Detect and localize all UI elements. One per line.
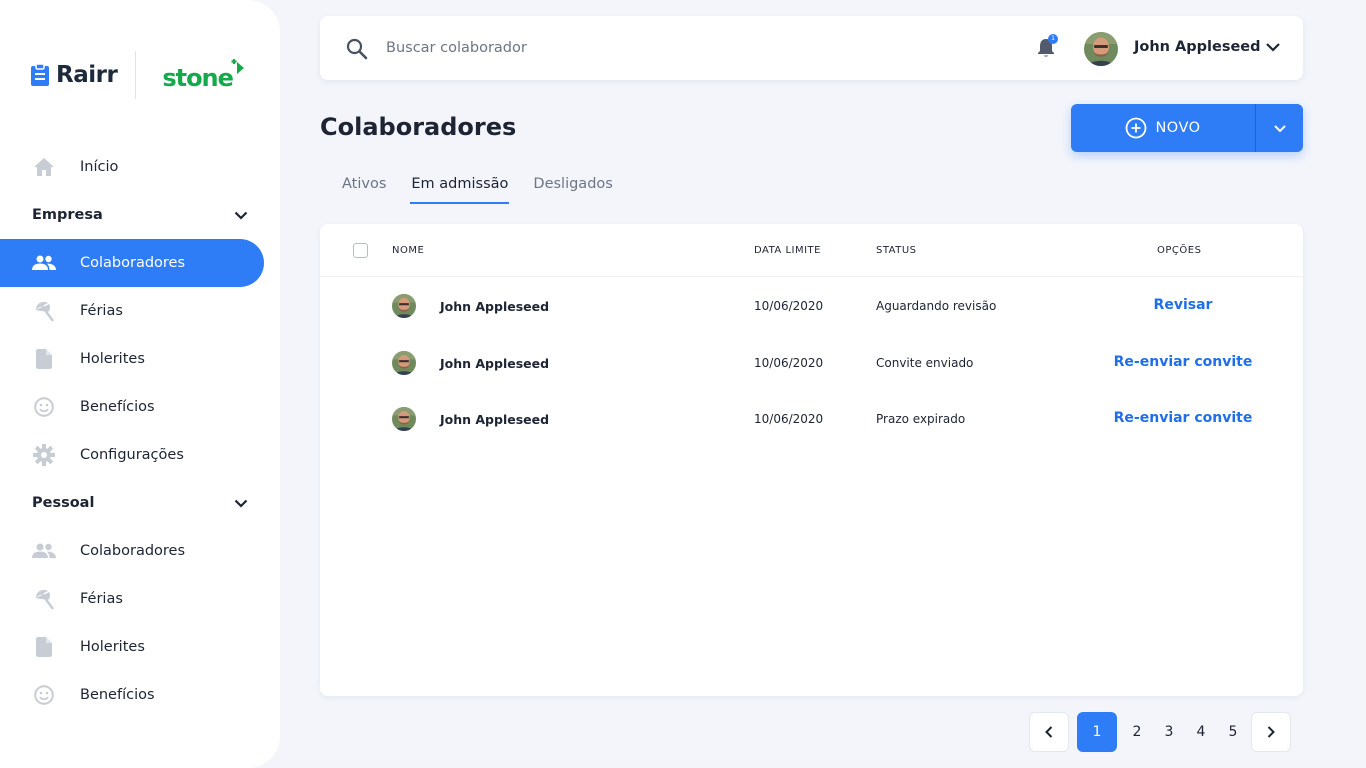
sidebar-item-label: Benefícios (80, 399, 155, 415)
chevron-down-icon[interactable] (1264, 38, 1282, 56)
avatar[interactable] (1084, 32, 1118, 66)
employee-name: John Appleseed (440, 356, 550, 371)
sidebar-item-pessoal-holerites[interactable]: Holerites (0, 623, 264, 671)
sidebar-item-label: Benefícios (80, 687, 155, 703)
select-all-checkbox[interactable] (353, 243, 368, 258)
chevron-right-icon (1267, 726, 1275, 738)
avatar (392, 294, 416, 318)
page-3-button[interactable]: 3 (1153, 712, 1185, 752)
sidebar-item-label: Férias (80, 303, 123, 319)
avatar (392, 351, 416, 375)
brand-logos: Rairr stone (30, 50, 245, 100)
people-icon (32, 251, 56, 275)
column-header-status[interactable]: STATUS (876, 245, 917, 256)
smiley-icon (32, 683, 56, 707)
chevron-down-icon (1273, 124, 1286, 132)
employee-name: John Appleseed (440, 412, 550, 427)
logo-divider (135, 51, 137, 99)
sidebar-item-label: Holerites (80, 639, 145, 655)
sidebar-item-label: Férias (80, 591, 123, 607)
admissions-table: NOME DATA LIMITE STATUS OPÇÕES John Appl… (320, 224, 1303, 696)
gear-icon (32, 443, 56, 467)
notification-badge: 1 (1048, 34, 1058, 44)
tab-desligados[interactable]: Desligados (533, 176, 612, 204)
deadline-date: 10/06/2020 (754, 299, 824, 313)
sidebar-item-inicio[interactable]: Início (0, 143, 264, 191)
next-page-button[interactable] (1251, 712, 1291, 752)
sidebar-item-pessoal-beneficios[interactable]: Benefícios (0, 671, 264, 719)
employee-name: John Appleseed (440, 299, 550, 314)
sidebar-item-label: Configurações (80, 447, 184, 463)
chevron-down-icon (234, 499, 248, 508)
status-text: Aguardando revisão (876, 299, 997, 313)
search-input[interactable] (386, 36, 986, 60)
new-dropdown-button[interactable] (1256, 104, 1303, 152)
sidebar-item-configuracoes[interactable]: Configurações (0, 431, 264, 479)
top-bar: 1 John Appleseed (320, 16, 1303, 80)
document-icon (32, 347, 56, 371)
new-button-label: NOVO (1155, 120, 1201, 136)
user-name[interactable]: John Appleseed (1134, 39, 1261, 55)
sidebar-item-label: Colaboradores (80, 255, 186, 271)
page-2-button[interactable]: 2 (1121, 712, 1153, 752)
home-icon (32, 155, 56, 179)
deadline-date: 10/06/2020 (754, 356, 824, 370)
pagination: 1 2 3 4 5 (1029, 712, 1291, 752)
sidebar-item-ferias[interactable]: Férias (0, 287, 264, 335)
document-icon (32, 635, 56, 659)
sidebar-nav: Início Empresa Colaboradores Férias Hole… (0, 143, 264, 719)
sidebar: Rairr stone Início Empresa Colaboradores… (0, 0, 280, 768)
chevron-left-icon (1045, 726, 1053, 738)
sidebar-item-holerites[interactable]: Holerites (0, 335, 264, 383)
avatar (392, 407, 416, 431)
sidebar-item-colaboradores[interactable]: Colaboradores (0, 239, 264, 287)
sidebar-section-empresa[interactable]: Empresa (0, 191, 264, 239)
sidebar-item-label: Holerites (80, 351, 145, 367)
table-row[interactable]: John Appleseed 10/06/2020 Aguardando rev… (320, 278, 1303, 334)
tab-ativos[interactable]: Ativos (342, 176, 386, 204)
status-tabs: Ativos Em admissão Desligados (342, 176, 613, 204)
rairr-logo[interactable]: Rairr (30, 62, 118, 88)
chevron-down-icon (234, 211, 248, 220)
sidebar-item-beneficios[interactable]: Benefícios (0, 383, 264, 431)
new-button[interactable]: NOVO (1071, 104, 1255, 152)
stone-logo: stone (162, 58, 245, 92)
sidebar-item-label: Início (80, 159, 119, 175)
clipboard-icon (31, 63, 49, 86)
stone-arrow-icon (231, 59, 244, 74)
sidebar-section-pessoal[interactable]: Pessoal (0, 479, 264, 527)
people-icon (32, 539, 56, 563)
page-5-button[interactable]: 5 (1217, 712, 1249, 752)
page-4-button[interactable]: 4 (1185, 712, 1217, 752)
sidebar-item-label: Colaboradores (80, 543, 186, 559)
beach-umbrella-icon (32, 587, 56, 611)
review-link[interactable]: Revisar (1083, 297, 1283, 313)
resend-invite-link[interactable]: Re-enviar convite (1083, 354, 1283, 370)
sidebar-item-pessoal-ferias[interactable]: Férias (0, 575, 264, 623)
status-text: Prazo expirado (876, 412, 966, 426)
table-header: NOME DATA LIMITE STATUS OPÇÕES (320, 224, 1303, 277)
column-header-deadline[interactable]: DATA LIMITE (754, 245, 821, 256)
status-text: Convite enviado (876, 356, 974, 370)
page-title: Colaboradores (320, 113, 517, 141)
section-title: Pessoal (32, 495, 95, 511)
stone-wordmark: stone (162, 64, 234, 92)
section-title: Empresa (32, 207, 103, 223)
table-row[interactable]: John Appleseed 10/06/2020 Convite enviad… (320, 335, 1303, 391)
page-1-button[interactable]: 1 (1077, 712, 1117, 752)
search-icon[interactable] (346, 38, 368, 60)
plus-circle-icon (1126, 117, 1147, 139)
column-header-options: OPÇÕES (1157, 245, 1202, 256)
previous-page-button[interactable] (1029, 712, 1069, 752)
new-button-group: NOVO (1071, 104, 1303, 152)
smiley-icon (32, 395, 56, 419)
deadline-date: 10/06/2020 (754, 412, 824, 426)
column-header-name[interactable]: NOME (392, 245, 424, 256)
resend-invite-link[interactable]: Re-enviar convite (1083, 410, 1283, 426)
table-row[interactable]: John Appleseed 10/06/2020 Prazo expirado… (320, 391, 1303, 447)
sidebar-item-pessoal-colaboradores[interactable]: Colaboradores (0, 527, 264, 575)
beach-umbrella-icon (32, 299, 56, 323)
rairr-wordmark: Rairr (56, 62, 118, 88)
tab-em-admissao[interactable]: Em admissão (410, 176, 510, 204)
